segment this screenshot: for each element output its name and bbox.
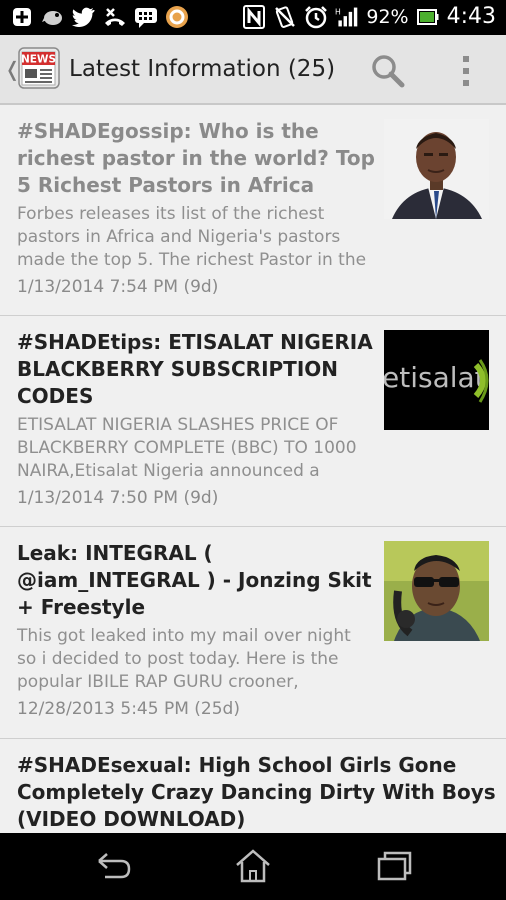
status-bar: H 92% 4:43	[0, 0, 506, 35]
navigation-bar	[0, 833, 506, 900]
article-date: 12/28/2013 5:45 PM (25d)	[17, 699, 240, 719]
article-thumbnail	[384, 541, 489, 641]
nfc-icon	[242, 4, 266, 29]
circle-app-icon	[165, 5, 189, 29]
battery-percent: 92%	[366, 5, 409, 28]
recent-apps-icon[interactable]	[374, 849, 414, 883]
article-list[interactable]: #SHADEgossip: Who is the richest pastor …	[0, 105, 506, 833]
article-title: #SHADEgossip: Who is the richest pastor …	[17, 119, 375, 197]
article-text: #SHADEsexual: High School Girls Gone Com…	[17, 752, 497, 833]
svg-text:H: H	[335, 7, 341, 16]
plus-box-icon	[10, 5, 34, 29]
system-status: H 92% 4:43	[242, 4, 496, 29]
article-text: #SHADEgossip: Who is the richest pastor …	[17, 118, 375, 299]
home-icon[interactable]	[233, 849, 273, 883]
article-text: Leak: INTEGRAL ( @iam_INTEGRAL ) - Jonzi…	[17, 540, 375, 721]
article-date: 1/13/2014 7:50 PM (9d)	[17, 488, 219, 508]
news-logo-text: NEWS	[21, 54, 56, 66]
overflow-menu-icon[interactable]	[456, 52, 476, 90]
etisalat-logo-text: etisalat	[384, 361, 486, 394]
twitter-icon	[72, 5, 96, 29]
article-text: #SHADEtips: ETISALAT NIGERIA BLACKBERRY …	[17, 329, 375, 510]
article-snippet: This got leaked into my mail over night …	[17, 626, 351, 692]
list-item[interactable]: #SHADEgossip: Who is the richest pastor …	[0, 105, 506, 316]
news-logo-icon[interactable]: NEWS	[17, 46, 61, 90]
signal-icon: H	[335, 5, 359, 29]
bird-icon	[41, 5, 65, 29]
article-title: #SHADEtips: ETISALAT NIGERIA BLACKBERRY …	[17, 330, 373, 408]
missed-call-icon	[103, 5, 127, 29]
article-snippet: Forbes releases its list of the richest …	[17, 204, 367, 270]
article-title: Leak: INTEGRAL ( @iam_INTEGRAL ) - Jonzi…	[17, 541, 372, 619]
battery-icon	[416, 5, 440, 29]
clock: 4:43	[446, 4, 496, 29]
notification-icons	[10, 5, 189, 29]
chat-icon	[134, 5, 158, 29]
search-icon[interactable]	[369, 52, 407, 90]
action-bar: ❬ NEWS Latest Information (25)	[0, 35, 506, 105]
list-item[interactable]: #SHADEsexual: High School Girls Gone Com…	[0, 739, 506, 833]
article-snippet: ETISALAT NIGERIA SLASHES PRICE OF BLACKB…	[17, 415, 357, 481]
alarm-icon	[304, 5, 328, 29]
article-thumbnail: etisalat	[384, 330, 489, 430]
article-thumbnail	[384, 119, 489, 219]
list-item[interactable]: #SHADEtips: ETISALAT NIGERIA BLACKBERRY …	[0, 316, 506, 527]
page-title: Latest Information (25)	[69, 56, 336, 82]
article-title: #SHADEsexual: High School Girls Gone Com…	[17, 753, 496, 831]
back-icon[interactable]	[93, 849, 133, 883]
article-date: 1/13/2014 7:54 PM (9d)	[17, 277, 219, 297]
no-sound-icon	[273, 5, 297, 29]
list-item[interactable]: Leak: INTEGRAL ( @iam_INTEGRAL ) - Jonzi…	[0, 527, 506, 739]
